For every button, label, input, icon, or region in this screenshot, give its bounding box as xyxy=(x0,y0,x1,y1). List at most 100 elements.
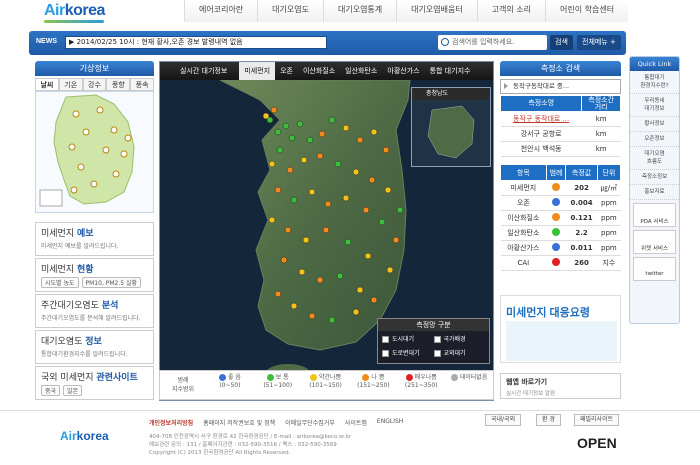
quick-link-item[interactable]: 황사정보 xyxy=(630,117,679,132)
footer-link[interactable]: 사이트맵 xyxy=(345,418,367,427)
footer-link[interactable]: 개인정보처리방침 xyxy=(149,418,193,427)
quick-link-item[interactable]: 통합대기 환경지수란? xyxy=(630,71,679,94)
promo-pill[interactable]: 시도별 농도 xyxy=(41,277,79,288)
quick-link-item[interactable]: 오존정보 xyxy=(630,132,679,147)
station-marker[interactable] xyxy=(308,188,316,196)
station-marker[interactable] xyxy=(286,166,294,174)
quick-link-service[interactable]: PDA 서비스 xyxy=(633,203,676,227)
tab-rain[interactable]: 강수 xyxy=(82,78,107,91)
weather-map[interactable] xyxy=(35,91,154,213)
station-marker[interactable] xyxy=(328,316,336,324)
station-marker[interactable] xyxy=(290,196,298,204)
station-marker[interactable] xyxy=(316,276,324,284)
environment-select[interactable]: 환 경 xyxy=(536,414,561,426)
legend-urban[interactable]: 도시대기 xyxy=(382,333,434,347)
promo-box[interactable]: 미세먼지 예보 미세먼지 예보를 알려드립니다. xyxy=(35,222,154,256)
station-marker[interactable] xyxy=(300,156,308,164)
overview-map[interactable]: 충청남도 xyxy=(411,87,491,167)
map-tab[interactable]: 일산화탄소 xyxy=(340,62,382,80)
station-name[interactable]: 강서구 공항로 xyxy=(500,126,582,142)
station-marker[interactable] xyxy=(318,130,326,138)
station-row[interactable]: 강서구 공항로 km xyxy=(500,126,621,142)
station-marker[interactable] xyxy=(378,218,386,226)
quick-link-item[interactable]: 측정소정보 xyxy=(630,170,679,185)
promo-box[interactable]: 미세먼지 현황 시도별 농도 PM10, PM2.5 실황 xyxy=(35,258,154,292)
station-marker[interactable] xyxy=(384,186,392,194)
station-marker[interactable] xyxy=(268,160,276,168)
station-name[interactable]: 천안시 백석동 xyxy=(500,141,582,157)
checkbox-urban[interactable] xyxy=(382,336,389,343)
promo-pill[interactable]: 일본 xyxy=(63,385,83,396)
quick-link-item[interactable]: 홍보자료 xyxy=(630,185,679,200)
legend-national[interactable]: 국가배경 xyxy=(433,333,486,347)
station-marker[interactable] xyxy=(352,308,360,316)
station-marker[interactable] xyxy=(352,168,360,176)
station-marker[interactable] xyxy=(334,160,342,168)
quick-link-service[interactable]: 위젯 서비스 xyxy=(633,230,676,254)
airkorea-logo[interactable]: Airkorea xyxy=(44,2,105,20)
family-site-select[interactable]: 패밀리사이트 xyxy=(574,414,620,426)
station-marker[interactable] xyxy=(270,106,278,114)
station-marker[interactable] xyxy=(324,200,332,208)
map-tab[interactable]: 아황산가스 xyxy=(382,62,424,80)
station-select[interactable]: 동작구동작대로 중... xyxy=(500,79,621,94)
promo-box[interactable]: 국외 미세먼지 관련사이트 중국 일본 xyxy=(35,366,154,400)
nav-item-pollution[interactable]: 대기오염도 xyxy=(257,0,323,22)
station-marker[interactable] xyxy=(370,128,378,136)
tab-temp[interactable]: 기온 xyxy=(58,78,83,91)
dust-response-banner[interactable]: 미세먼지 대응요령 xyxy=(500,295,621,363)
map-tab[interactable]: 이산화질소 xyxy=(298,62,340,80)
quick-link-service[interactable]: twitter xyxy=(633,257,676,281)
checkbox-national[interactable] xyxy=(433,336,441,343)
legend-roadside[interactable]: 도로변대기 xyxy=(382,347,434,361)
station-marker[interactable] xyxy=(262,112,270,120)
station-marker[interactable] xyxy=(382,146,390,154)
promo-pill[interactable]: PM10, PM2.5 실황 xyxy=(81,277,142,288)
all-menu-button[interactable]: 전체메뉴 + xyxy=(577,35,621,50)
station-marker[interactable] xyxy=(342,194,350,202)
nav-item-learning[interactable]: 대기오염배움터 xyxy=(396,0,477,22)
map-tab[interactable]: 통합 대기지수 xyxy=(425,62,476,80)
footer-link[interactable]: 이메일무단수집거부 xyxy=(285,418,335,427)
nav-item-customer[interactable]: 고객의 소리 xyxy=(476,0,546,22)
map-tab[interactable]: 오존 xyxy=(275,62,298,80)
nav-item-statistics[interactable]: 대기오염통계 xyxy=(322,0,397,22)
search-button[interactable]: 검색 xyxy=(550,35,573,50)
station-marker[interactable] xyxy=(306,136,314,144)
station-marker[interactable] xyxy=(288,134,296,142)
air-quality-map[interactable]: 실시간 대기정보 미세먼지 오존 이산화질소 일산화탄소 아황산가스 통합 대기지수 충청남… xyxy=(159,61,494,401)
station-marker[interactable] xyxy=(316,152,324,160)
checkbox-suburban[interactable] xyxy=(433,350,441,357)
station-marker[interactable] xyxy=(298,268,306,276)
nav-item-about[interactable]: 에어코리아란 xyxy=(184,0,258,22)
station-marker[interactable] xyxy=(280,256,288,264)
station-marker[interactable] xyxy=(386,266,394,274)
promo-pill[interactable]: 중국 xyxy=(41,385,61,396)
station-marker[interactable] xyxy=(370,296,378,304)
station-marker[interactable] xyxy=(392,236,400,244)
station-marker[interactable] xyxy=(268,216,276,224)
station-row[interactable]: 동작구 동작대로 ... km xyxy=(500,111,621,127)
footer-link[interactable]: ENGLISH xyxy=(377,418,403,427)
station-marker[interactable] xyxy=(362,206,370,214)
search-input[interactable]: 검색어를 입력하세요. xyxy=(438,35,547,50)
tab-wind-dir[interactable]: 풍향 xyxy=(106,78,131,91)
station-marker[interactable] xyxy=(282,122,290,130)
station-marker[interactable] xyxy=(344,238,352,246)
station-marker[interactable] xyxy=(396,206,404,214)
news-ticker[interactable]: ▶ 2014/02/25 10시 : 현재 황사,오존 경보 발령내역 없음 xyxy=(65,36,327,49)
quick-link-item[interactable]: 우리동네 대기정보 xyxy=(630,94,679,117)
station-marker[interactable] xyxy=(276,146,284,154)
station-marker[interactable] xyxy=(356,136,364,144)
nav-item-kids[interactable]: 어린이 학습센터 xyxy=(545,0,629,22)
station-marker[interactable] xyxy=(322,226,330,234)
station-marker[interactable] xyxy=(274,128,282,136)
station-name[interactable]: 동작구 동작대로 ... xyxy=(500,111,582,127)
station-marker[interactable] xyxy=(284,226,292,234)
station-marker[interactable] xyxy=(342,124,350,132)
station-row[interactable]: 천안시 백석동 km xyxy=(500,141,621,157)
station-marker[interactable] xyxy=(302,236,310,244)
station-marker[interactable] xyxy=(290,302,298,310)
station-marker[interactable] xyxy=(296,120,304,128)
tab-weather[interactable]: 날씨 xyxy=(35,78,59,91)
